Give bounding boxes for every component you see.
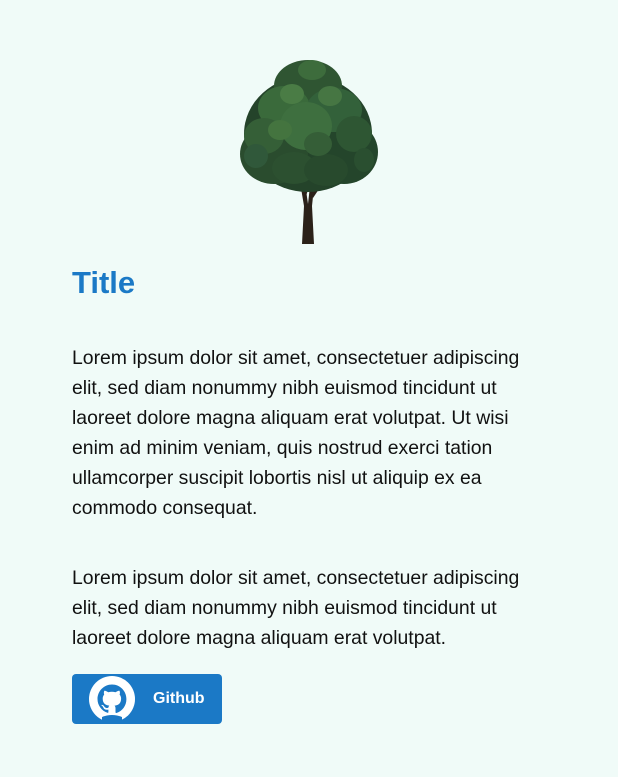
github-button[interactable]: Github: [72, 674, 222, 724]
tree-icon: [240, 60, 378, 244]
tree-image: [234, 56, 384, 246]
page-title: Title: [72, 265, 136, 300]
body-paragraph: Lorem ipsum dolor sit amet, consectetuer…: [72, 567, 520, 649]
github-button-label: Github: [153, 690, 205, 707]
github-icon: [88, 675, 136, 723]
body-paragraph: Lorem ipsum dolor sit amet, consectetuer…: [72, 347, 520, 519]
